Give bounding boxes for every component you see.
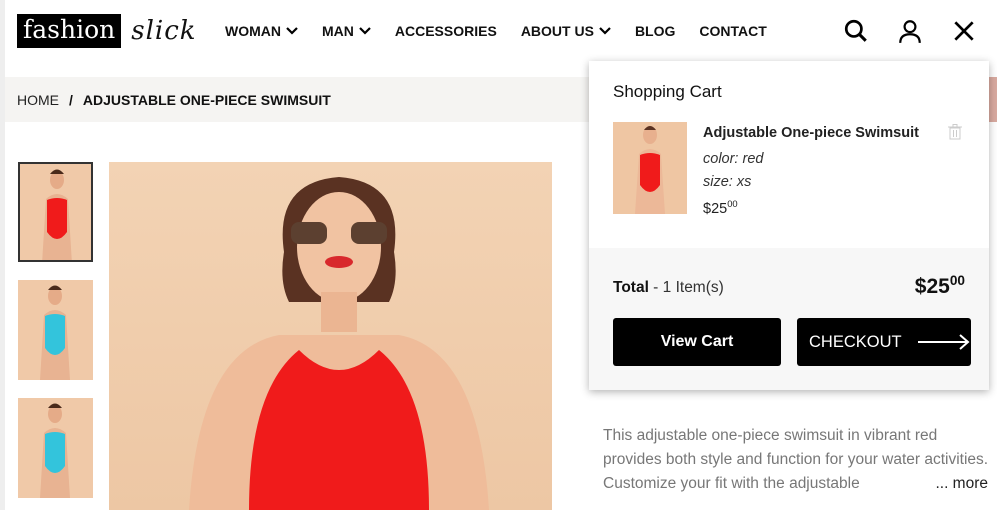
total-main: $25 — [914, 275, 950, 298]
logo-slick: slick — [131, 16, 197, 46]
cart-item-price: $2500 — [703, 198, 738, 217]
item-count: - 1 Item(s) — [648, 279, 724, 296]
cart-item-size: size: xs — [703, 174, 752, 190]
view-cart-button[interactable]: View Cart — [613, 318, 781, 366]
price-main: $25 — [703, 200, 728, 217]
checkout-button[interactable]: CHECKOUT — [797, 318, 971, 366]
breadcrumb-separator: / — [69, 92, 73, 108]
total-label: Total — [613, 279, 649, 296]
cart-title: Shopping Cart — [613, 82, 722, 101]
chevron-down-icon — [286, 27, 298, 35]
cart-total-label: Total - 1 Item(s) — [613, 279, 724, 297]
chevron-down-icon — [359, 27, 371, 35]
nav-item-accessories[interactable]: ACCESSORIES — [395, 23, 497, 39]
main-nav: WOMAN MAN ACCESSORIES ABOUT US BLOG CONTACT — [225, 23, 767, 39]
thumbnail-2[interactable] — [18, 280, 93, 380]
nav-label: ACCESSORIES — [394, 23, 497, 39]
nav-item-contact[interactable]: CONTACT — [699, 23, 766, 39]
main-product-image[interactable] — [109, 162, 552, 510]
nav-label: ABOUT US — [520, 23, 594, 39]
header: fashion slick WOMAN MAN ACCESSORIES ABOUT U… — [0, 0, 997, 66]
user-icon[interactable] — [897, 18, 923, 44]
nav-label: MAN — [322, 23, 354, 39]
nav-item-about-us[interactable]: ABOUT US — [521, 23, 611, 39]
background-image-edge — [989, 77, 997, 122]
logo[interactable]: fashion slick — [17, 14, 197, 48]
cart-item-color: color: red — [703, 151, 764, 167]
nav-item-man[interactable]: MAN — [322, 23, 371, 39]
cart-item-image[interactable] — [613, 122, 687, 214]
thumbnail-3[interactable] — [18, 398, 93, 498]
cart-item-name[interactable]: Adjustable One-piece Swimsuit — [703, 125, 919, 141]
description-text: This adjustable one-piece swimsuit in vi… — [603, 427, 989, 492]
trash-icon[interactable] — [948, 124, 962, 140]
breadcrumb-current: ADJUSTABLE ONE-PIECE SWIMSUIT — [82, 92, 331, 108]
chevron-down-icon — [599, 27, 611, 35]
total-cents: 00 — [949, 273, 965, 288]
nav-item-blog[interactable]: BLOG — [635, 23, 675, 39]
logo-fashion: fashion — [17, 14, 122, 48]
search-icon[interactable] — [843, 18, 869, 44]
close-icon[interactable] — [951, 18, 977, 44]
nav-label: WOMAN — [225, 23, 281, 39]
nav-item-woman[interactable]: WOMAN — [225, 23, 298, 39]
nav-label: CONTACT — [699, 23, 767, 39]
thumbnail-1[interactable] — [18, 162, 93, 262]
breadcrumb-home[interactable]: HOME — [17, 92, 59, 108]
nav-label: BLOG — [634, 23, 676, 39]
arrow-right-icon — [917, 334, 970, 350]
read-more-link[interactable]: ... more — [931, 472, 988, 496]
price-cents: 00 — [727, 198, 738, 209]
shopping-cart-dropdown: Shopping Cart Adjustable One-piece Swims… — [589, 61, 989, 390]
product-description: This adjustable one-piece swimsuit in vi… — [603, 424, 993, 496]
checkout-label: CHECKOUT — [809, 332, 902, 351]
cart-total-price: $2500 — [915, 273, 965, 299]
cart-footer: Total - 1 Item(s) $2500 View Cart CHECKO… — [589, 248, 989, 390]
